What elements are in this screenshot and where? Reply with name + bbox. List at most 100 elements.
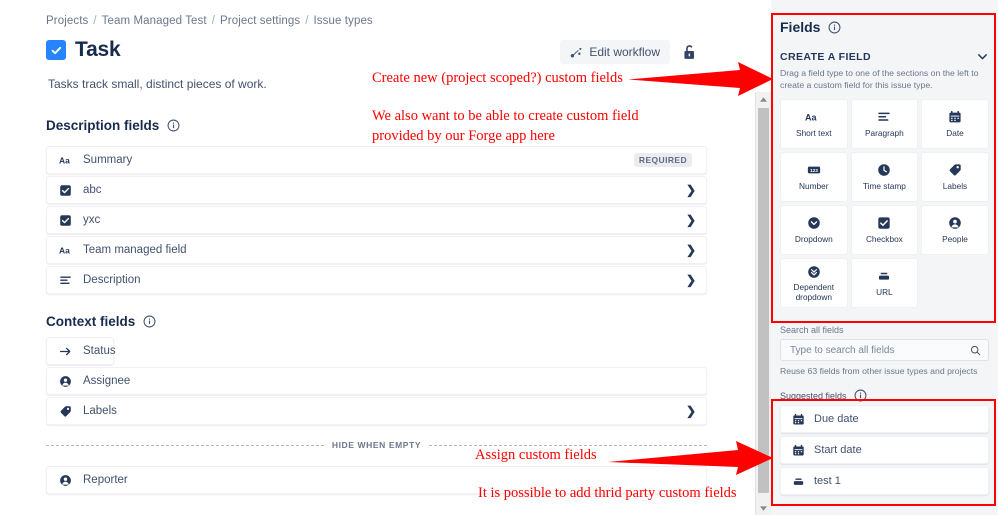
annotation-arrow-bottom [608,441,773,475]
field-row-label: Assignee [83,375,131,387]
breadcrumb-item-projects[interactable]: Projects [46,15,88,27]
description-fields-list: Aa Summary REQUIRED abc ❯ yxc ❯ Aa Team managed … [46,146,707,296]
field-type-tile[interactable]: Paragraph [850,99,919,150]
chevron-right-icon[interactable]: ❯ [686,244,696,256]
clock-icon [877,163,891,178]
annotation-text-forge-line2: provided by our Forge app here [372,128,555,144]
field-type-grid: Aa Short text Paragraph Date 123 Number Time s… [780,99,989,309]
breadcrumb-item-project-settings[interactable]: Project settings [220,15,300,27]
annotation-text-forge-line1: We also want to be able to create custom… [372,108,639,124]
svg-text:Aa: Aa [59,245,70,255]
chevron-down-circle-icon [807,216,821,231]
description-fields-header: Description fields [46,118,180,133]
chevron-right-icon[interactable]: ❯ [686,405,696,417]
field-type-tile[interactable]: 123 Number [780,152,848,203]
checkbox-icon [59,184,77,197]
field-row[interactable]: yxc ❯ [46,206,707,234]
text-aa-icon: Aa [59,244,77,257]
calendar-icon [948,110,962,125]
link-url-icon [877,269,891,284]
field-type-label: URL [876,286,893,297]
create-a-field-label: CREATE A FIELD [780,50,871,63]
search-input[interactable] [788,343,970,357]
task-checkbox-icon [46,40,66,60]
search-all-fields-box[interactable] [780,339,989,362]
checkbox-icon [877,216,891,231]
hide-when-empty-label: HIDE WHEN EMPTY [331,440,422,450]
field-type-tile[interactable]: Date [921,99,989,150]
checkbox-icon [59,214,77,227]
description-fields-title: Description fields [46,118,160,133]
fields-panel-title: Fields [780,19,821,35]
label-tag-icon [59,405,77,418]
field-row-label: yxc [83,214,101,226]
info-circle-icon[interactable] [854,389,867,402]
scrollbar-down-arrow-icon[interactable] [756,501,771,515]
field-row-label: Description [83,274,141,286]
field-type-tile[interactable]: Dropdown [780,205,848,256]
workflow-nodes-icon [570,46,583,59]
app-screenshot: Projects / Team Managed Test / Project setti… [0,0,998,515]
chevron-right-icon[interactable]: ❯ [686,214,696,226]
page-title: Task [75,38,121,61]
field-row[interactable]: Description ❯ [46,266,707,294]
field-type-tile[interactable]: Checkbox [850,205,919,256]
field-type-tile[interactable]: People [921,205,989,256]
field-type-tile[interactable]: URL [850,258,919,309]
field-row-label: abc [83,184,102,196]
field-type-label: Checkbox [865,233,903,244]
info-circle-icon[interactable] [828,21,841,34]
required-badge: REQUIRED [633,153,692,167]
field-type-label: Short text [796,127,832,138]
annotation-arrow-top [628,62,773,96]
breadcrumb-item-team-managed-test[interactable]: Team Managed Test [102,15,207,27]
paragraph-icon [59,274,77,287]
suggested-field-row[interactable]: test 1 [780,467,989,496]
field-row[interactable]: Labels ❯ [46,397,707,425]
annotation-text-create-new: Create new (project scoped?) custom fiel… [372,70,623,86]
suggested-field-label: Start date [814,444,862,457]
info-circle-icon[interactable] [167,119,180,132]
field-type-tile[interactable]: Dependent dropdown [780,258,848,309]
field-row-label: Team managed field [83,244,187,256]
field-type-label: Dependent dropdown [793,282,835,302]
field-row-label: Summary [83,154,133,166]
field-type-tile[interactable]: Labels [921,152,989,203]
person-icon [59,375,77,388]
chevron-right-icon[interactable]: ❯ [686,274,696,286]
field-row[interactable]: Status [46,337,116,365]
arrow-right-icon [59,345,77,358]
search-all-fields-label: Search all fields [780,325,844,336]
suggested-field-row[interactable]: Due date [780,405,989,434]
field-row-label: Labels [83,405,117,417]
search-icon[interactable] [970,345,981,356]
link-url-icon [792,475,805,488]
suggested-fields-list: Due date Start date test 1 [780,405,989,496]
double-chevron-down-circle-icon [807,264,821,279]
create-a-field-section-header[interactable]: CREATE A FIELD [780,50,989,63]
scrollbar-thumb[interactable] [758,108,769,493]
svg-text:Aa: Aa [59,155,70,165]
field-row[interactable]: abc ❯ [46,176,707,204]
svg-text:Aa: Aa [805,113,817,123]
suggested-field-label: test 1 [814,475,841,488]
field-row[interactable]: Assignee [46,367,707,395]
chevron-down-icon[interactable] [976,50,989,63]
info-circle-icon[interactable] [143,315,156,328]
breadcrumb-item-issue-types[interactable]: Issue types [314,15,373,27]
page-title-row: Task [46,38,121,62]
suggested-field-row[interactable]: Start date [780,436,989,465]
paragraph-icon [877,110,891,125]
field-type-tile[interactable]: Aa Short text [780,99,848,150]
edit-workflow-button[interactable]: Edit workflow [560,40,670,64]
annotation-text-third-party: It is possible to add thrid party custom… [478,485,737,501]
padlock-unlocked-icon[interactable] [680,42,699,63]
field-type-label: Date [946,127,964,138]
field-type-label: Labels [942,180,968,191]
field-type-tile[interactable]: Time stamp [850,152,919,203]
field-row[interactable]: Aa Team managed field ❯ [46,236,707,264]
chevron-right-icon[interactable]: ❯ [686,184,696,196]
annotation-text-assign-custom-fields: Assign custom fields [475,447,597,463]
number-123-icon: 123 [807,163,821,178]
field-row[interactable]: Aa Summary REQUIRED [46,146,707,174]
